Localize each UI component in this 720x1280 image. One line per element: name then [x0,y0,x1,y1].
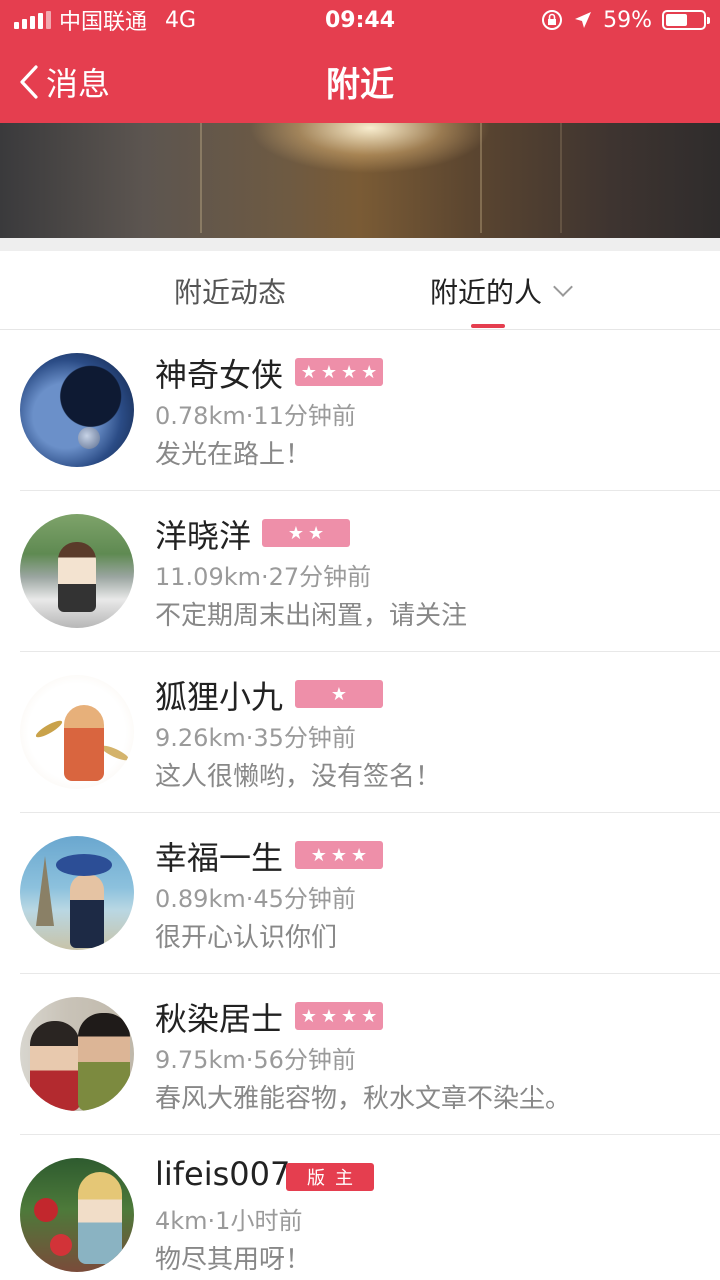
distance-time: 0.78km·11分钟前 [155,402,356,430]
signature: 发光在路上！ [155,440,312,470]
list-item[interactable]: 洋晓洋 ★★ 11.09km·27分钟前 不定期周末出闲置，请关注 [0,491,720,652]
tab-bar: 附近动态 附近的人 [0,250,720,330]
moderator-badge: 版主 [286,1163,374,1191]
user-name: 幸福一生 [155,839,284,877]
distance-time: 0.89km·45分钟前 [155,885,356,913]
level-badge: ★★★★ [295,1002,383,1030]
location-arrow-icon [575,12,592,28]
user-name: 秋染居士 [155,1000,284,1038]
level-badge: ★★★★ [295,358,383,386]
list-item[interactable]: lifeis007 版主 4km·1小时前 物尽其用呀！ [0,1135,720,1280]
list-item[interactable]: 秋染居士 ★★★★ 9.75km·56分钟前 春风大雅能容物，秋水文章不染尘。 [0,974,720,1135]
avatar[interactable] [20,353,134,467]
tab-nearby-feed[interactable]: 附近动态 [174,251,286,331]
user-name: 洋晓洋 [155,517,252,555]
distance-time: 11.09km·27分钟前 [155,563,372,591]
network-label: 4G [165,7,197,33]
tab-nearby-people[interactable]: 附近的人 [430,251,573,331]
signature: 春风大雅能容物，秋水文章不染尘。 [155,1084,572,1114]
avatar[interactable] [20,997,134,1111]
back-button[interactable]: 消息 [18,40,110,123]
avatar[interactable] [20,1158,134,1272]
back-label: 消息 [46,64,111,103]
user-name: lifeis007 [155,1155,291,1193]
section-divider [0,238,720,250]
avatar[interactable] [20,836,134,950]
signature: 这人很懒哟，没有签名！ [155,762,442,792]
banner-image[interactable] [0,123,720,238]
user-name: 神奇女侠 [155,356,284,394]
signature: 不定期周末出闲置，请关注 [155,601,468,631]
chevron-down-icon[interactable] [553,277,573,297]
avatar[interactable] [20,675,134,789]
level-badge: ★ [295,680,383,708]
distance-time: 4km·1小时前 [155,1207,303,1235]
signature: 很开心认识你们 [155,923,338,953]
list-item[interactable]: 幸福一生 ★★★ 0.89km·45分钟前 很开心认识你们 [0,813,720,974]
chevron-left-icon [20,64,38,99]
rotation-lock-icon [542,10,563,30]
avatar[interactable] [20,514,134,628]
distance-time: 9.26km·35分钟前 [155,724,356,752]
level-badge: ★★★ [295,841,383,869]
people-list: 神奇女侠 ★★★★ 0.78km·11分钟前 发光在路上！ 洋晓洋 ★★ 11.… [0,330,720,1280]
status-bar: 中国联通 4G 09:44 59% [0,0,720,40]
list-item[interactable]: 狐狸小九 ★ 9.26km·35分钟前 这人很懒哟，没有签名！ [0,652,720,813]
tab-nearby-people-label: 附近的人 [430,276,543,309]
signature: 物尽其用呀！ [155,1245,312,1275]
battery-icon [662,10,710,30]
tab-nearby-feed-label: 附近动态 [174,276,287,309]
list-item[interactable]: 神奇女侠 ★★★★ 0.78km·11分钟前 发光在路上！ [0,330,720,491]
user-name: 狐狸小九 [155,678,284,716]
battery-percent: 59% [603,7,652,33]
nav-bar: 消息 附近 [0,40,720,123]
distance-time: 9.75km·56分钟前 [155,1046,356,1074]
signal-icon [14,11,51,29]
level-badge: ★★ [262,519,350,547]
active-tab-indicator [471,324,505,328]
carrier-label: 中国联通 [59,10,148,35]
clock: 09:44 [324,7,396,33]
